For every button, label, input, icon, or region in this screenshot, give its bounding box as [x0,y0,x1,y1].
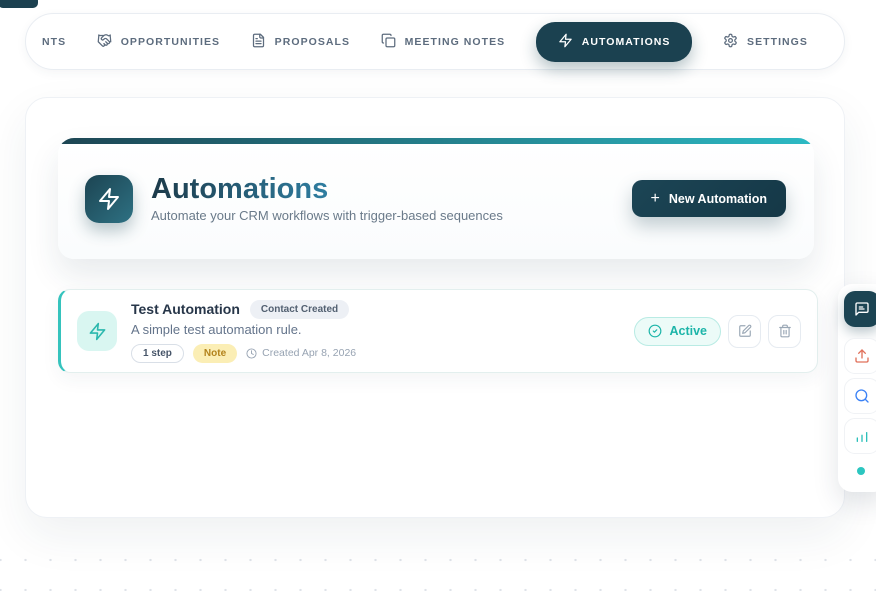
document-icon [251,33,266,51]
zap-icon [558,33,573,51]
automations-zap-icon [85,175,133,223]
zap-icon [77,311,117,351]
trash-icon [778,324,792,338]
status-toggle-active[interactable]: Active [634,317,721,346]
trigger-badge: Contact Created [250,300,349,319]
analytics-button[interactable] [844,418,876,454]
page-title: Automations [151,174,328,204]
automation-list-item[interactable]: Test Automation Contact Created A simple… [58,289,818,373]
new-automation-button[interactable]: + New Automation [632,180,787,217]
nav-item-label: SETTINGS [747,36,808,48]
chat-bubble-icon [854,301,870,317]
clock-icon [246,348,257,359]
automation-description: A simple test automation rule. [131,322,622,337]
gear-icon [723,33,738,51]
nav-item-clients-truncated[interactable]: NTS [42,36,66,48]
chat-button[interactable] [844,291,876,327]
edit-automation-button[interactable] [728,315,761,348]
upload-button[interactable] [844,338,876,374]
nav-item-label: PROPOSALS [275,36,350,48]
edit-pencil-icon [738,324,752,338]
search-icon [854,388,870,404]
copy-pages-icon [381,33,396,51]
upload-icon [854,348,870,364]
automation-details: Test Automation Contact Created A simple… [131,300,622,363]
header-content: Automations Automate your CRM workflows … [58,144,814,257]
check-circle-icon [648,324,662,338]
bar-chart-icon [854,428,870,444]
automations-header-card: Automations Automate your CRM workflows … [58,138,814,259]
nav-item-settings[interactable]: SETTINGS [723,33,808,51]
status-indicator-dot [857,467,865,475]
nav-item-label: AUTOMATIONS [582,36,671,48]
cutoff-corner-element [0,0,38,8]
page-subtitle: Automate your CRM workflows with trigger… [151,208,632,223]
nav-item-meeting-notes[interactable]: MEETING NOTES [381,33,506,51]
nav-item-opportunities[interactable]: OPPORTUNITIES [97,33,220,51]
header-text: Automations Automate your CRM workflows … [151,174,632,223]
nav-item-automations-active[interactable]: AUTOMATIONS [536,22,693,62]
new-automation-label: New Automation [669,192,767,206]
floating-side-toolbar [838,284,876,492]
automations-panel: Automations Automate your CRM workflows … [25,97,845,518]
nav-item-proposals[interactable]: PROPOSALS [251,33,350,51]
note-tag-badge: Note [193,344,237,363]
nav-item-label: NTS [42,36,66,48]
created-date: Created Apr 8, 2026 [246,347,356,359]
top-navigation: NTS OPPORTUNITIES PROPOSALS MEETING NOTE… [25,13,845,70]
automation-name: Test Automation [131,301,240,317]
background-dot-pattern [0,536,876,591]
nav-item-label: OPPORTUNITIES [121,36,220,48]
delete-automation-button[interactable] [768,315,801,348]
steps-count-pill: 1 step [131,344,184,363]
automation-actions: Active [634,315,801,348]
nav-item-label: MEETING NOTES [405,36,506,48]
plus-icon: + [651,191,660,207]
automation-meta: 1 step Note Created Apr 8, 2026 [131,344,622,363]
handshake-icon [97,33,112,51]
search-button[interactable] [844,378,876,414]
status-label: Active [669,324,707,338]
